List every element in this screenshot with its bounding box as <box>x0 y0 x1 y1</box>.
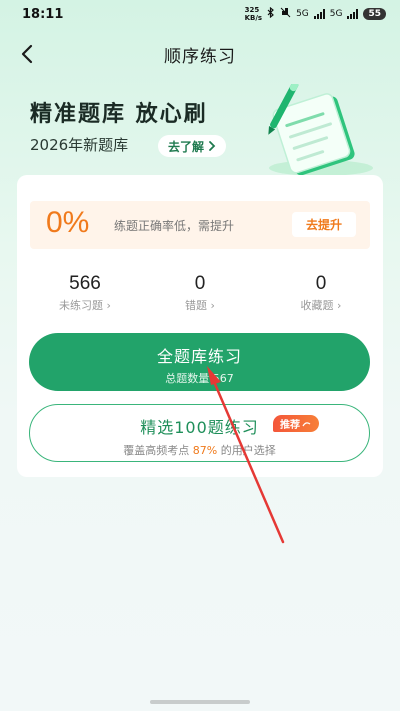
status-time: 18:11 <box>22 6 64 22</box>
accuracy-message: 练题正确率低，需提升 <box>114 219 235 233</box>
selected-practice-desc: 覆盖高频考点 87% 的用户选择 <box>123 444 276 457</box>
practice-card: 0% 练题正确率低，需提升 去提升 566 未练习题 › 0 错题 › 0 收藏… <box>17 175 383 477</box>
signal-1-icon <box>313 9 325 19</box>
stat-wrong[interactable]: 0 错题 › <box>150 273 250 313</box>
page-title: 顺序练习 <box>164 46 236 67</box>
stat-favorites[interactable]: 0 收藏题 › <box>271 273 371 313</box>
signal-1-label: 5G <box>296 9 309 19</box>
gesture-bar <box>150 700 250 704</box>
nav-bar: 顺序练习 <box>0 34 400 74</box>
hero-title: 精准题库 放心刷 <box>30 102 208 127</box>
full-practice-count: 总题数量 567 <box>165 372 234 385</box>
stat-label: 错题 › <box>185 299 215 312</box>
signal-2-icon <box>347 9 359 19</box>
hero-subtitle: 2026年新题库 <box>30 136 129 154</box>
back-button[interactable] <box>14 40 42 68</box>
chevron-right-icon <box>209 141 216 151</box>
battery-icon: 55 <box>363 8 386 20</box>
stat-label: 未练习题 › <box>59 299 111 312</box>
selected-practice-button[interactable]: 精选100题练习 覆盖高频考点 87% 的用户选择 推荐 <box>29 404 370 462</box>
chevron-left-icon <box>21 44 33 64</box>
accuracy-percent: 0% <box>46 206 90 239</box>
selected-practice-percent: 87% <box>192 444 218 457</box>
stat-label: 收藏题 › <box>300 299 342 312</box>
stat-value: 0 <box>194 273 206 294</box>
accuracy-banner: 0% 练题正确率低，需提升 去提升 <box>30 201 370 249</box>
learn-more-label: 去了解 <box>168 139 205 154</box>
improve-button[interactable]: 去提升 <box>292 212 356 237</box>
chevron-right-icon: › <box>337 299 342 312</box>
stat-unpracticed[interactable]: 566 未练习题 › <box>35 273 135 313</box>
flame-icon <box>302 421 311 426</box>
status-bar: 18:11 325 KB/s 5G 5G 55 <box>0 0 400 28</box>
status-icons: 325 KB/s 5G 5G 55 <box>245 6 386 22</box>
recommend-badge: 推荐 <box>273 415 319 432</box>
notebook-illustration-icon <box>268 84 373 176</box>
network-speed: 325 KB/s <box>244 6 263 22</box>
signal-2-label: 5G <box>329 9 343 19</box>
stat-value: 0 <box>315 273 327 294</box>
chevron-right-icon: › <box>106 299 111 312</box>
chevron-right-icon: › <box>210 299 215 312</box>
full-practice-label: 全题库练习 <box>156 347 242 366</box>
learn-more-button[interactable]: 去了解 <box>158 135 227 157</box>
mute-icon <box>280 7 291 21</box>
full-practice-button[interactable]: 全题库练习 总题数量 567 <box>29 333 370 391</box>
bluetooth-icon <box>267 6 275 21</box>
stat-value: 566 <box>69 273 101 294</box>
